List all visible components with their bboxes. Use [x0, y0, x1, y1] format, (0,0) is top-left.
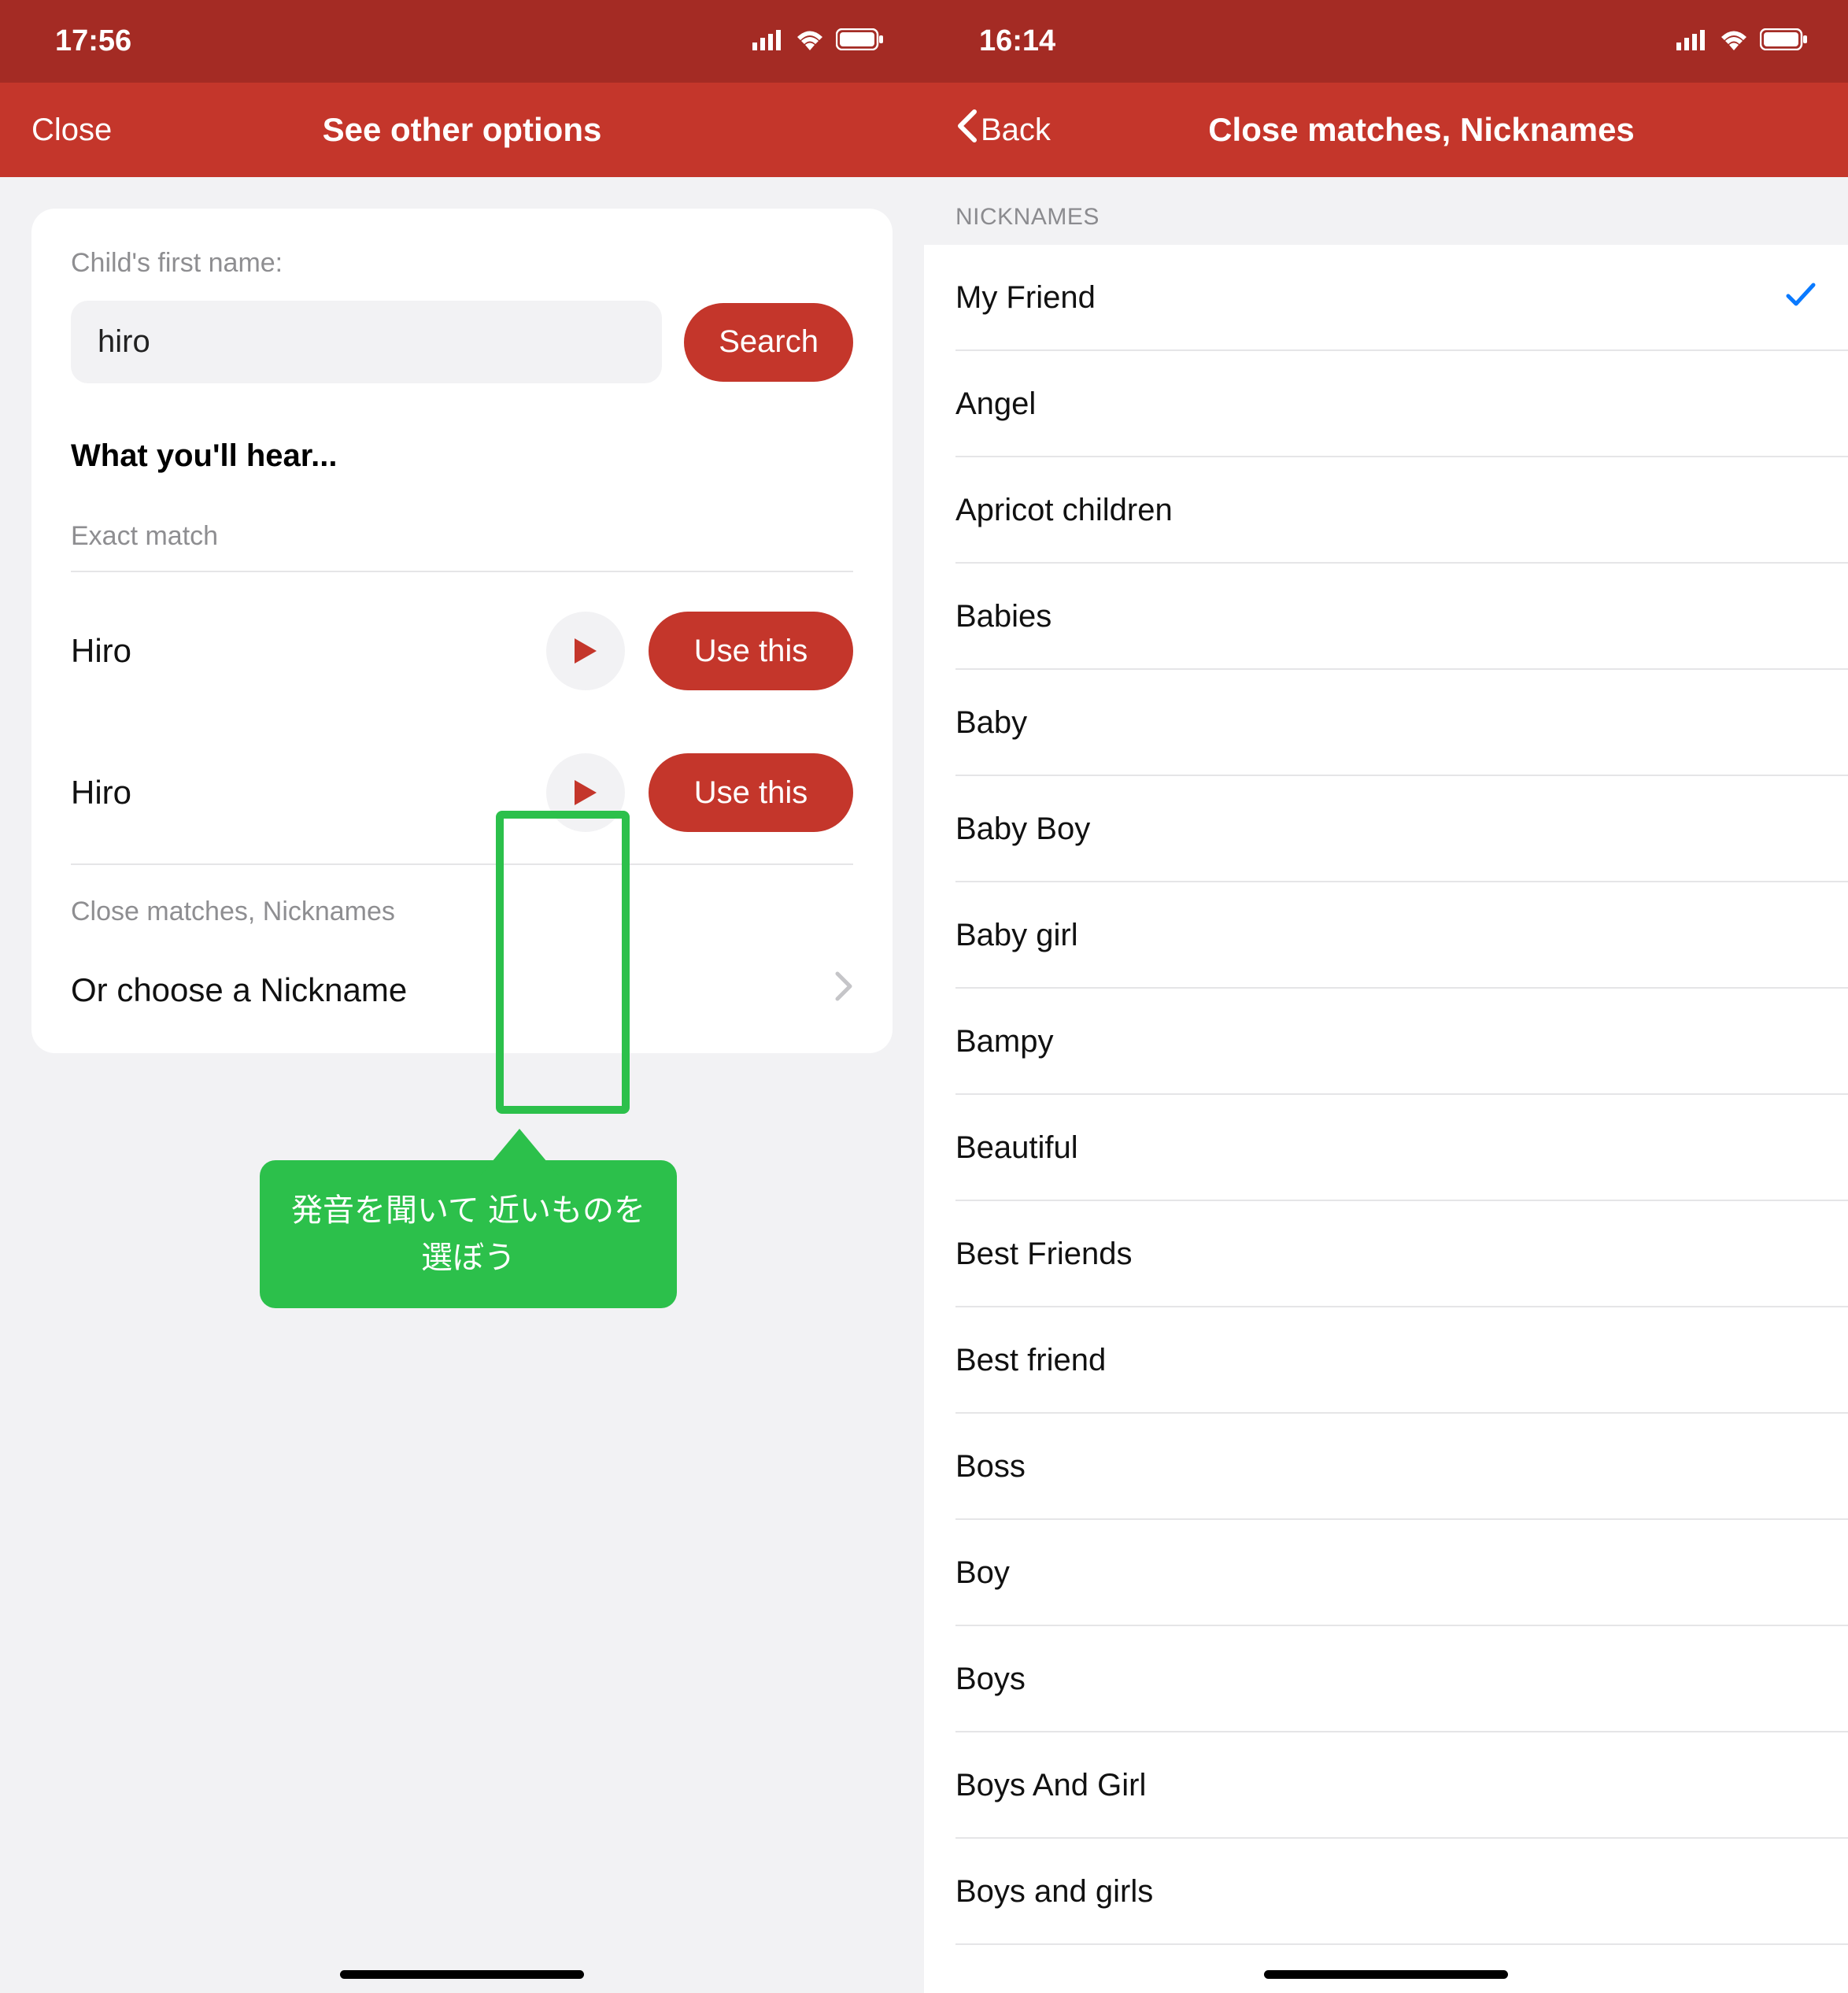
signal-icon: [752, 24, 784, 58]
list-item[interactable]: Baby girl: [924, 882, 1848, 989]
list-item-label: Boys: [955, 1662, 1026, 1697]
match-row: Hiro Use this: [71, 580, 853, 722]
checkmark-icon: [1785, 280, 1817, 316]
list-item[interactable]: Boy: [924, 1520, 1848, 1626]
battery-icon: [836, 24, 885, 58]
battery-icon: [1760, 24, 1809, 58]
hear-title: What you'll hear...: [71, 438, 853, 474]
right-screen: 16:14 Back Close matches, Nicknames NICK…: [924, 0, 1848, 1993]
home-indicator: [1264, 1970, 1508, 1979]
search-card: Child's first name: Search What you'll h…: [31, 209, 893, 1053]
list-item[interactable]: Bampy: [924, 989, 1848, 1095]
list-item-label: Best friend: [955, 1343, 1106, 1378]
list-item[interactable]: Best friend: [924, 1307, 1848, 1414]
nav-title: Close matches, Nicknames: [924, 111, 1848, 149]
list-item-label: Boy: [955, 1555, 1010, 1591]
list-item[interactable]: Angel: [924, 351, 1848, 457]
list-item[interactable]: Baby: [924, 670, 1848, 776]
list-item-label: Baby girl: [955, 918, 1078, 953]
wifi-icon: [795, 24, 825, 58]
use-this-button[interactable]: Use this: [649, 753, 853, 832]
list-item-label: Baby: [955, 705, 1027, 741]
choose-nickname-row[interactable]: Or choose a Nickname: [71, 951, 853, 1030]
list-item-label: Apricot children: [955, 493, 1173, 528]
list-item-label: Beautiful: [955, 1130, 1078, 1166]
play-button[interactable]: [546, 612, 625, 690]
search-button[interactable]: Search: [684, 303, 853, 382]
use-this-button[interactable]: Use this: [649, 612, 853, 690]
list-item[interactable]: Best Friends: [924, 1201, 1848, 1307]
list-item-label: Boys and girls: [955, 1874, 1153, 1910]
list-section-header: NICKNAMES: [924, 177, 1848, 245]
nickname-list[interactable]: My Friend Angel Apricot children Babies Baby…: [924, 245, 1848, 1945]
list-item[interactable]: Babies: [924, 564, 1848, 670]
list-item[interactable]: Baby Boy: [924, 776, 1848, 882]
chevron-right-icon: [834, 971, 853, 1010]
list-item[interactable]: My Friend: [924, 245, 1848, 351]
signal-icon: [1676, 24, 1708, 58]
match-row: Hiro Use this: [71, 722, 853, 863]
list-item[interactable]: Apricot children: [924, 457, 1848, 564]
home-indicator: [340, 1970, 584, 1979]
chevron-left-icon: [955, 109, 978, 151]
nav-bar: Close See other options: [0, 83, 924, 177]
wifi-icon: [1719, 24, 1749, 58]
list-item[interactable]: Boys And Girl: [924, 1732, 1848, 1839]
annotation-tooltip-left: 発音を聞いて 近いものを選ぼう: [260, 1160, 677, 1308]
close-button[interactable]: Close: [31, 113, 112, 148]
nav-title: See other options: [0, 111, 924, 149]
status-bar: 16:14: [924, 0, 1848, 83]
back-button[interactable]: Back: [955, 109, 1051, 151]
list-item[interactable]: Boys: [924, 1626, 1848, 1732]
status-bar: 17:56: [0, 0, 924, 83]
list-item-label: Bampy: [955, 1024, 1054, 1059]
left-screen: 17:56 Close See other options Child's fi…: [0, 0, 924, 1993]
status-icons: [1676, 24, 1809, 58]
status-time: 17:56: [55, 24, 131, 58]
match-name: Hiro: [71, 632, 546, 670]
choose-nickname-label: Or choose a Nickname: [71, 971, 407, 1009]
status-time: 16:14: [979, 24, 1055, 58]
list-item-label: Boss: [955, 1449, 1026, 1485]
nav-bar: Back Close matches, Nicknames: [924, 83, 1848, 177]
list-item-label: Best Friends: [955, 1237, 1133, 1272]
list-item-label: Babies: [955, 599, 1052, 634]
name-field-label: Child's first name:: [71, 248, 853, 279]
list-item[interactable]: Beautiful: [924, 1095, 1848, 1201]
list-item-label: Baby Boy: [955, 812, 1090, 847]
list-item-label: Boys And Girl: [955, 1768, 1146, 1803]
play-button[interactable]: [546, 753, 625, 832]
name-input[interactable]: [71, 301, 662, 383]
back-label: Back: [981, 113, 1051, 148]
list-item-label: Angel: [955, 386, 1036, 422]
close-matches-label: Close matches, Nicknames: [71, 863, 853, 943]
match-name: Hiro: [71, 774, 546, 812]
exact-match-label: Exact match: [71, 521, 853, 572]
list-item[interactable]: Boss: [924, 1414, 1848, 1520]
list-item[interactable]: Boys and girls: [924, 1839, 1848, 1945]
status-icons: [752, 24, 885, 58]
list-item-label: My Friend: [955, 280, 1096, 316]
